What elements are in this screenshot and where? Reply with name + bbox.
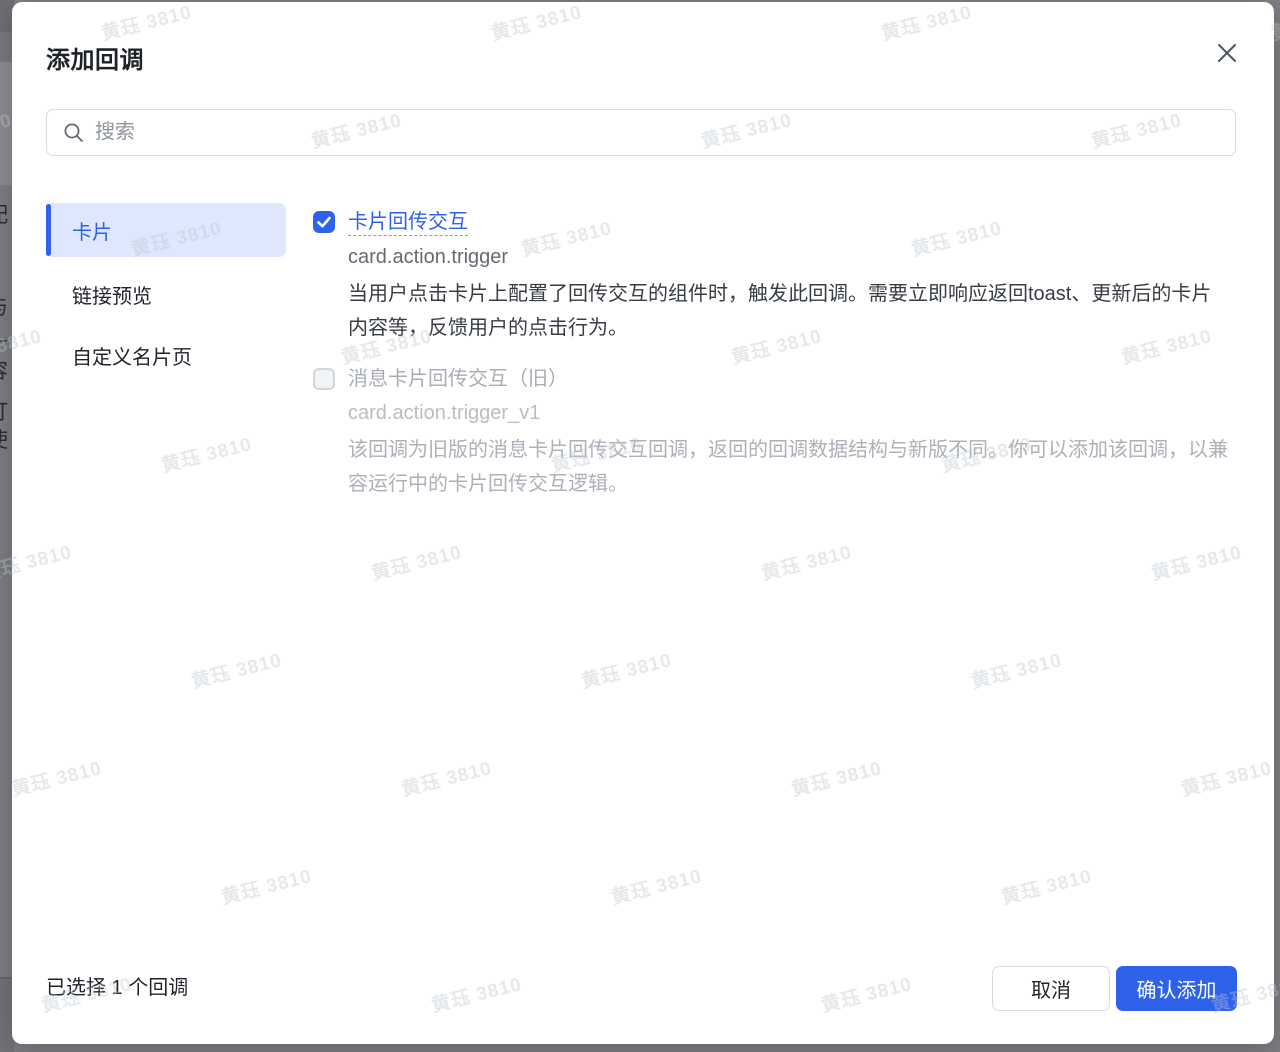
callback-list: 卡片回传交互 card.action.trigger 当用户点击卡片上配置了回传…: [313, 209, 1231, 501]
sidebar-item-link-preview[interactable]: 链接预览: [46, 270, 286, 318]
confirm-add-button[interactable]: 确认添加: [1116, 966, 1237, 1011]
search-box[interactable]: [46, 109, 1236, 156]
category-sidebar: 卡片 链接预览 自定义名片页: [46, 203, 286, 392]
cancel-button[interactable]: 取消: [992, 966, 1110, 1011]
close-button[interactable]: [1210, 36, 1244, 70]
add-callback-dialog: 添加回调 卡片 链接预览 自定义名片页: [12, 2, 1274, 1044]
checkbox-checked[interactable]: [313, 211, 335, 233]
search-input[interactable]: [95, 121, 1219, 144]
checkbox-unchecked-disabled: [313, 368, 335, 390]
search-icon: [63, 122, 84, 143]
close-icon: [1214, 40, 1240, 66]
callback-title[interactable]: 卡片回传交互: [348, 209, 468, 236]
sidebar-item-label: 链接预览: [72, 280, 152, 309]
callback-item-card-action-trigger: 卡片回传交互 card.action.trigger 当用户点击卡片上配置了回传…: [313, 209, 1231, 345]
callback-title: 消息卡片回传交互（旧）: [348, 366, 568, 392]
callback-event-code: card.action.trigger_v1: [348, 401, 1231, 425]
callback-item-card-action-trigger-v1: 消息卡片回传交互（旧） card.action.trigger_v1 该回调为旧…: [313, 366, 1231, 501]
callback-description: 当用户点击卡片上配置了回传交互的组件时，触发此回调。需要立即响应返回toast、…: [348, 277, 1231, 345]
callback-body: 消息卡片回传交互（旧） card.action.trigger_v1 该回调为旧…: [348, 366, 1231, 501]
selection-count-text: 已选择 1 个回调: [46, 971, 188, 1000]
callback-description: 该回调为旧版的消息卡片回传交互回调，返回的回调数据结构与新版不同。你可以添加该回…: [348, 433, 1231, 501]
sidebar-item-label: 卡片: [72, 216, 112, 245]
dialog-title: 添加回调: [46, 40, 144, 75]
sidebar-item-card[interactable]: 卡片: [46, 203, 286, 257]
sidebar-item-label: 自定义名片页: [72, 341, 192, 370]
callback-event-code: card.action.trigger: [348, 245, 1231, 269]
sidebar-item-custom-profile-page[interactable]: 自定义名片页: [46, 331, 286, 379]
callback-body: 卡片回传交互 card.action.trigger 当用户点击卡片上配置了回传…: [348, 209, 1231, 345]
